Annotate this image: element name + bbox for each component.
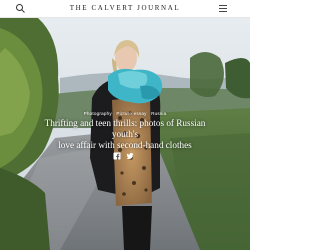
hero-image[interactable]: Photography Picture essay Russia Thrifti… bbox=[0, 18, 250, 250]
site-header: THE CALVERT JOURNAL bbox=[0, 0, 250, 18]
article-headline[interactable]: Thrifting and teen thrills: photos of Ru… bbox=[32, 118, 218, 151]
share-buttons bbox=[113, 152, 137, 160]
site-logo[interactable]: THE CALVERT JOURNAL bbox=[0, 4, 250, 12]
facebook-icon[interactable] bbox=[113, 152, 121, 160]
twitter-icon[interactable] bbox=[126, 152, 134, 160]
tag-picture-essay[interactable]: Picture essay bbox=[116, 111, 146, 116]
page: THE CALVERT JOURNAL Photography Picture … bbox=[0, 0, 250, 250]
hamburger-menu-icon[interactable] bbox=[218, 4, 228, 13]
headline-line-1: Thrifting and teen thrills: photos of Ru… bbox=[44, 118, 206, 139]
headline-line-2: love affair with second-hand clothes bbox=[58, 140, 192, 150]
article-tags: Photography Picture essay Russia bbox=[0, 111, 250, 116]
tag-photography[interactable]: Photography bbox=[84, 111, 112, 116]
tag-russia[interactable]: Russia bbox=[151, 111, 166, 116]
